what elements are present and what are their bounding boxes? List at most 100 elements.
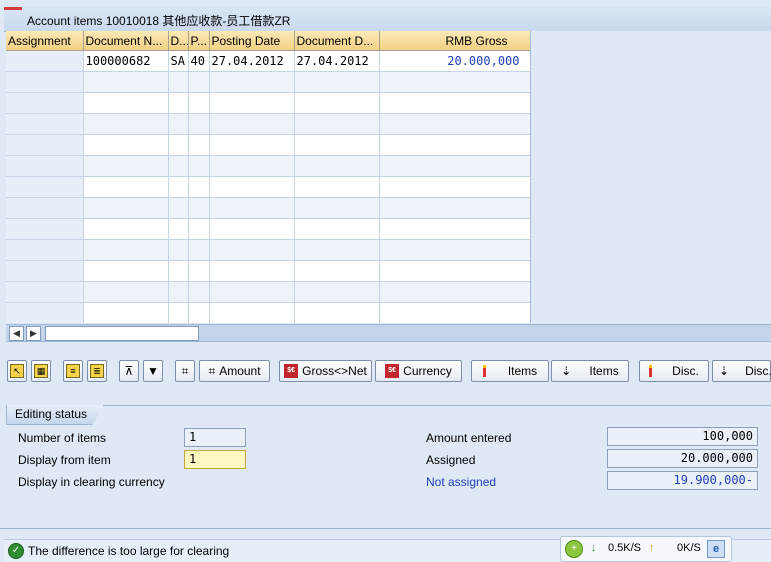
cell-posting-date[interactable]: 27.04.2012	[209, 50, 295, 72]
scroll-left-icon[interactable]: ◀	[9, 326, 24, 341]
grid-cell[interactable]	[6, 197, 84, 219]
grid-cell[interactable]	[168, 176, 189, 198]
grid-cell[interactable]	[209, 197, 295, 219]
grid-cell[interactable]	[379, 239, 530, 261]
grid-cell[interactable]	[379, 176, 530, 198]
table-row[interactable]	[6, 260, 530, 282]
grid-cell[interactable]	[6, 302, 84, 323]
grid-cell[interactable]	[83, 113, 169, 135]
select-item-button[interactable]: ↖	[7, 360, 27, 382]
col-rmb-gross[interactable]: RMB Gross	[379, 31, 530, 51]
grid-cell[interactable]	[209, 281, 295, 303]
grid-cell[interactable]	[168, 197, 189, 219]
deactivate-items-button[interactable]: ≣	[87, 360, 107, 382]
grid-cell[interactable]	[83, 176, 169, 198]
currency-button[interactable]: $€ Currency	[375, 360, 462, 382]
grid-cell[interactable]	[294, 155, 380, 177]
table-row[interactable]	[6, 239, 530, 261]
grid-cell[interactable]	[294, 92, 380, 114]
activate-items-button[interactable]: ≡	[63, 360, 83, 382]
table-row[interactable]: 100000682 SA 40 27.04.2012 27.04.2012 20…	[6, 50, 530, 72]
grid-cell[interactable]	[6, 239, 84, 261]
grid-cell[interactable]	[209, 134, 295, 156]
grid-cell[interactable]	[83, 218, 169, 240]
grid-cell[interactable]	[294, 302, 380, 323]
display-from-item-input[interactable]: 1	[184, 450, 246, 469]
grid-cell[interactable]	[83, 155, 169, 177]
grid-cell[interactable]	[83, 71, 169, 93]
items-button-1[interactable]: Items	[471, 360, 549, 382]
cell-posting-key[interactable]: 40	[188, 50, 210, 72]
grid-cell[interactable]	[168, 134, 189, 156]
grid-cell[interactable]	[209, 260, 295, 282]
grid-cell[interactable]	[168, 239, 189, 261]
grid-cell[interactable]	[209, 92, 295, 114]
grid-cell[interactable]	[188, 239, 210, 261]
cell-assignment[interactable]	[6, 50, 84, 72]
col-posting-key[interactable]: P...	[188, 31, 210, 51]
col-document-number[interactable]: Document N...	[83, 31, 169, 51]
cell-document-type[interactable]: SA	[168, 50, 189, 72]
grid-cell[interactable]	[168, 155, 189, 177]
scroll-thumb[interactable]	[45, 326, 199, 341]
grid-cell[interactable]	[6, 155, 84, 177]
grid-cell[interactable]	[209, 71, 295, 93]
grid-cell[interactable]	[379, 197, 530, 219]
table-row[interactable]	[6, 113, 530, 135]
grid-cell[interactable]	[209, 239, 295, 261]
grid-cell[interactable]	[209, 155, 295, 177]
grid-cell[interactable]	[294, 281, 380, 303]
grid-cell[interactable]	[83, 92, 169, 114]
table-row[interactable]	[6, 92, 530, 114]
grid-cell[interactable]	[6, 71, 84, 93]
grid-cell[interactable]	[168, 218, 189, 240]
grid-cell[interactable]	[168, 302, 189, 323]
table-row[interactable]	[6, 155, 530, 177]
grid-cell[interactable]	[188, 281, 210, 303]
grid-cell[interactable]	[209, 302, 295, 323]
grid-cell[interactable]	[379, 281, 530, 303]
grid-cell[interactable]	[83, 302, 169, 323]
grid-cell[interactable]	[83, 134, 169, 156]
grid-cell[interactable]	[294, 239, 380, 261]
sort-button[interactable]: ⊼	[119, 360, 139, 382]
cell-document-date[interactable]: 27.04.2012	[294, 50, 380, 72]
grid-cell[interactable]	[379, 92, 530, 114]
filter-button[interactable]: ▼	[143, 360, 163, 382]
grid-cell[interactable]	[188, 260, 210, 282]
grid-cell[interactable]	[188, 218, 210, 240]
table-row[interactable]	[6, 197, 530, 219]
disc-button-1[interactable]: Disc.	[639, 360, 709, 382]
horizontal-scrollbar[interactable]: ◀ ▶	[6, 324, 771, 342]
table-row[interactable]	[6, 281, 530, 303]
grid-cell[interactable]	[168, 71, 189, 93]
grid-cell[interactable]	[6, 281, 84, 303]
grid-cell[interactable]	[168, 113, 189, 135]
table-row[interactable]	[6, 134, 530, 156]
grid-cell[interactable]	[294, 218, 380, 240]
scroll-right-icon[interactable]: ▶	[26, 326, 41, 341]
grid-cell[interactable]	[6, 113, 84, 135]
grid-cell[interactable]	[209, 218, 295, 240]
gross-net-button[interactable]: $€ Gross<>Net	[279, 360, 372, 382]
table-row[interactable]	[6, 218, 530, 240]
grid-cell[interactable]	[6, 92, 84, 114]
grid-cell[interactable]	[294, 71, 380, 93]
grid-cell[interactable]	[294, 197, 380, 219]
grid-cell[interactable]	[188, 197, 210, 219]
cell-document-number[interactable]: 100000682	[83, 50, 169, 72]
table-row[interactable]	[6, 176, 530, 198]
grid-cell[interactable]	[6, 176, 84, 198]
grid-cell[interactable]	[209, 113, 295, 135]
grid-cell[interactable]	[188, 113, 210, 135]
grid-cell[interactable]	[379, 134, 530, 156]
grid-cell[interactable]	[379, 113, 530, 135]
grid-cell[interactable]	[83, 281, 169, 303]
grid-cell[interactable]	[379, 218, 530, 240]
grid-cell[interactable]	[83, 197, 169, 219]
grid-cell[interactable]	[168, 92, 189, 114]
grid-cell[interactable]	[188, 155, 210, 177]
grid-cell[interactable]	[294, 134, 380, 156]
grid-cell[interactable]	[294, 113, 380, 135]
table-row[interactable]	[6, 302, 530, 323]
